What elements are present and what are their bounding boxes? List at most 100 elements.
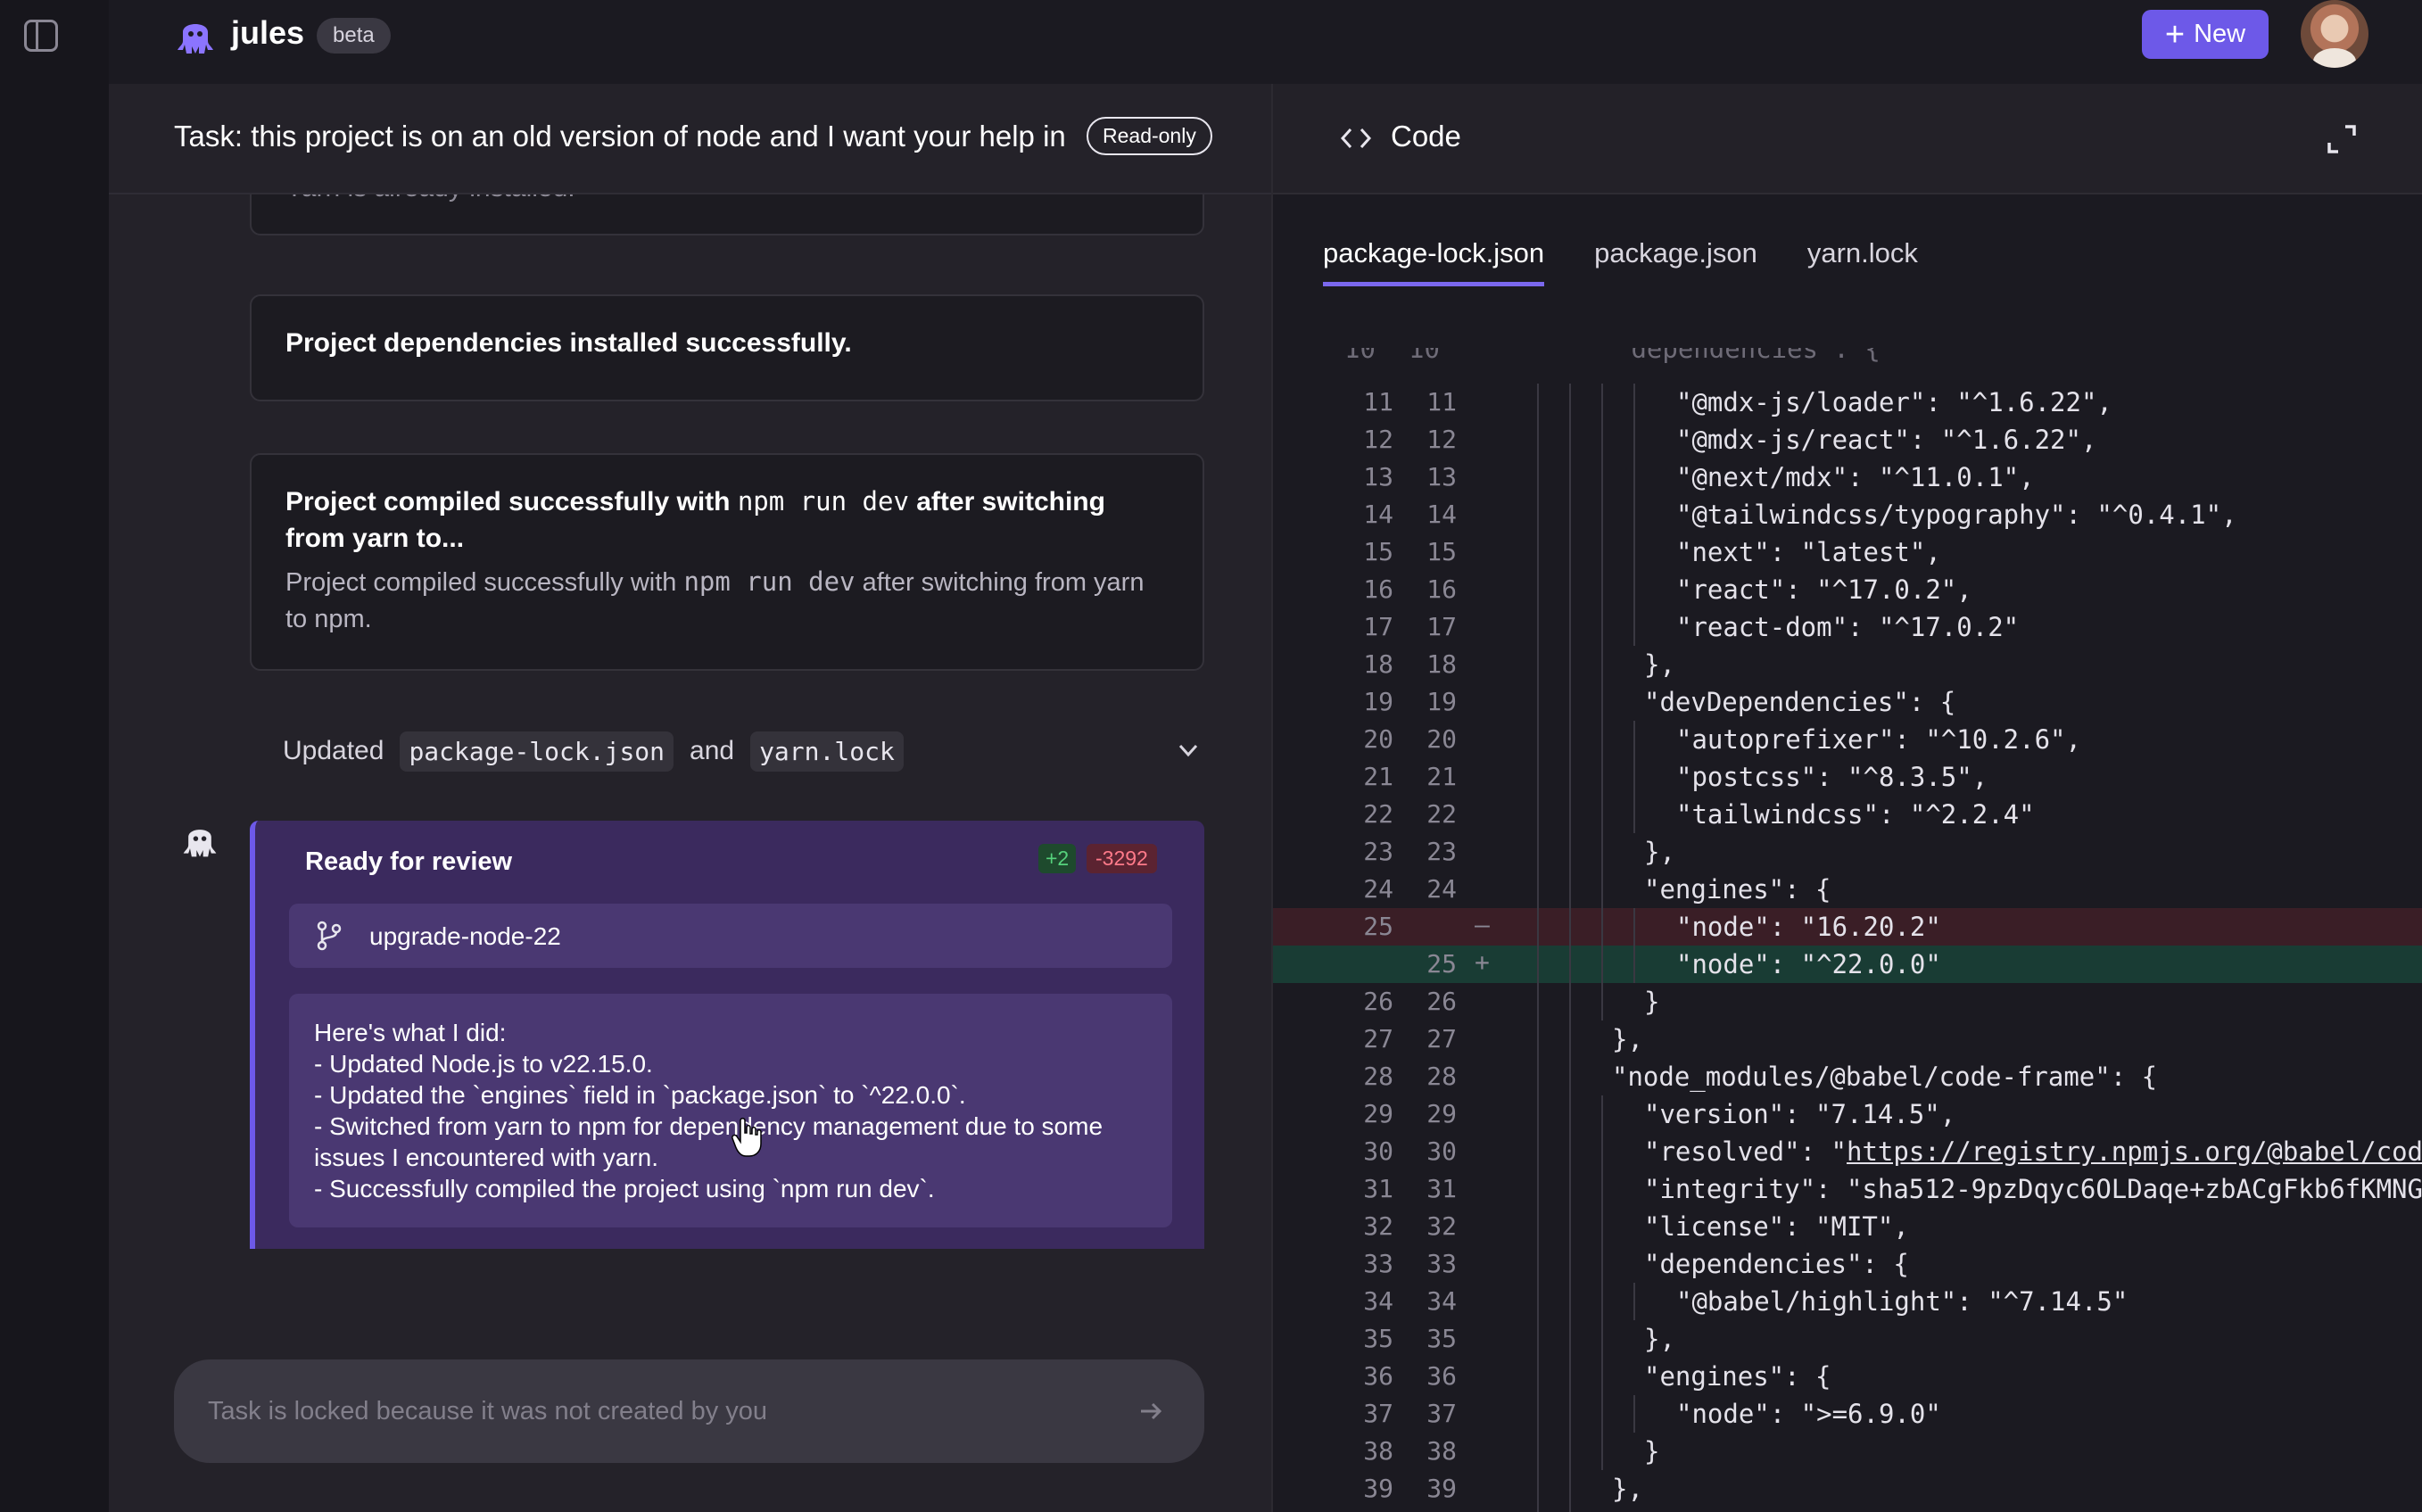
line-number-new: 26 xyxy=(1426,987,1457,1016)
mouse-cursor xyxy=(732,1118,762,1157)
indent-guide xyxy=(1633,946,1635,983)
code-text-part: "tailwindcss": "^2.2.4" xyxy=(1676,799,2035,830)
updated-files-row[interactable]: Updated package-lock.json and yarn.lock xyxy=(283,724,1202,778)
indent-guide xyxy=(1537,533,1539,571)
indent-guide xyxy=(1537,983,1539,1020)
line-number-old: 25 xyxy=(1363,912,1393,941)
line-number-old: 36 xyxy=(1363,1361,1393,1391)
indent-guide xyxy=(1569,1058,1571,1095)
code-text-part: "integrity": "sha512-9pzDqyc6OLDaqe+zbAC… xyxy=(1644,1174,2422,1204)
summary-line: Here's what I did: xyxy=(314,1019,507,1046)
indent-guide xyxy=(1633,908,1635,946)
line-number-new: 18 xyxy=(1426,649,1457,679)
line-number-old: 35 xyxy=(1363,1324,1393,1353)
chevron-down-icon[interactable] xyxy=(1175,737,1202,764)
indent-guide xyxy=(1633,721,1635,758)
indent-guide xyxy=(1601,1208,1603,1245)
indent-guide xyxy=(1633,384,1635,421)
new-task-button[interactable]: + New xyxy=(2142,10,2269,59)
sidebar-rail xyxy=(0,0,109,1512)
jules-octopus-icon[interactable] xyxy=(176,14,215,57)
code-text-part: "@next/mdx": "^11.0.1", xyxy=(1676,462,2035,492)
code-text: "@tailwindcss/typography": "^0.4.1", xyxy=(1676,500,2237,530)
indent-guide xyxy=(1537,871,1539,908)
user-avatar[interactable] xyxy=(2301,0,2368,68)
tab-yarn-lock[interactable]: yarn.lock xyxy=(1807,237,1918,286)
summary-line: - Updated the `engines` field in `packag… xyxy=(314,1081,966,1109)
branch-row[interactable]: upgrade-node-22 xyxy=(289,904,1172,968)
inline-code: npm run dev xyxy=(683,566,856,597)
indent-guide xyxy=(1569,908,1571,946)
code-line: 11 11 "@mdx-js/loader": "^1.6.22", xyxy=(1273,384,2422,421)
indent-guide xyxy=(1633,758,1635,796)
indent-guide xyxy=(1601,1320,1603,1358)
updated-label: Updated xyxy=(283,736,384,765)
line-number-old: 39 xyxy=(1363,1474,1393,1503)
summary-line: - Updated Node.js to v22.15.0. xyxy=(314,1050,653,1078)
code-text: "version": "7.14.5", xyxy=(1644,1099,1955,1129)
indent-guide xyxy=(1601,1170,1603,1208)
indent-guide xyxy=(1537,1020,1539,1058)
indent-guide xyxy=(1569,721,1571,758)
line-number-new: 20 xyxy=(1426,724,1457,754)
line-number-old: 23 xyxy=(1363,837,1393,866)
line-number-old: 10 xyxy=(1344,348,1376,364)
line-number-old: 24 xyxy=(1363,874,1393,904)
arrow-right-icon[interactable] xyxy=(1137,1397,1165,1425)
code-text: "postcss": "^8.3.5", xyxy=(1676,762,1988,792)
code-text-part: "next": "latest", xyxy=(1676,537,1941,567)
tab-package-lock-json[interactable]: package-lock.json xyxy=(1323,237,1545,286)
code-text: }, xyxy=(1612,1474,1643,1504)
indent-guide xyxy=(1537,833,1539,871)
line-number-new: 33 xyxy=(1426,1249,1457,1278)
code-text: "next": "latest", xyxy=(1676,537,1941,567)
line-number-new: 23 xyxy=(1426,837,1457,866)
line-number-old: 19 xyxy=(1363,687,1393,716)
review-summary: Here's what I did: - Updated Node.js to … xyxy=(289,994,1172,1227)
deletions-badge: -3292 xyxy=(1087,844,1157,873)
message-input[interactable]: Task is locked because it was not create… xyxy=(174,1359,1204,1463)
code-text: "engines": { xyxy=(1644,874,1831,905)
indent-guide xyxy=(1537,683,1539,721)
diff-plus-marker: + xyxy=(1475,947,1490,977)
app-name[interactable]: jules xyxy=(231,14,304,52)
code-text: }, xyxy=(1644,837,1675,867)
indent-guide xyxy=(1569,1320,1571,1358)
tab-package-json[interactable]: package.json xyxy=(1594,237,1757,286)
indent-guide xyxy=(1537,384,1539,421)
code-text: "node": "16.20.2" xyxy=(1676,912,1941,942)
code-diff-view[interactable]: 11 11 "@mdx-js/loader": "^1.6.22", 12 12 "@md… xyxy=(1273,384,2422,1512)
line-number-old: 22 xyxy=(1363,799,1393,829)
line-number-new: 28 xyxy=(1426,1062,1457,1091)
indent-guide xyxy=(1601,1283,1603,1320)
indent-guide xyxy=(1601,646,1603,683)
indent-guide xyxy=(1569,946,1571,983)
indent-guide xyxy=(1537,571,1539,608)
code-panel: Code package-lock.json package.json yarn… xyxy=(1271,84,2422,1512)
code-text-part: "engines": { xyxy=(1644,1361,1831,1392)
title-text: Project compiled successfully with xyxy=(285,487,731,516)
indent-guide xyxy=(1601,1433,1603,1470)
sidebar-toggle-icon[interactable] xyxy=(24,20,58,52)
indent-guide xyxy=(1601,758,1603,796)
indent-guide xyxy=(1601,1095,1603,1133)
line-number-new: 25 xyxy=(1426,949,1457,979)
task-title-bar: Task: this project is on an old version … xyxy=(109,84,1271,194)
indent-guide xyxy=(1569,608,1571,646)
code-text: "dependencies": { xyxy=(1644,1249,1909,1279)
indent-guide xyxy=(1601,1358,1603,1395)
expand-icon[interactable] xyxy=(2326,123,2358,155)
code-text: "tailwindcss": "^2.2.4" xyxy=(1676,799,2035,830)
line-number-new: 13 xyxy=(1426,462,1457,492)
indent-guide xyxy=(1569,384,1571,421)
indent-guide xyxy=(1569,1508,1571,1512)
code-text-part: } xyxy=(1644,987,1660,1017)
line-number-new: 39 xyxy=(1426,1474,1457,1503)
code-line: 22 22 "tailwindcss": "^2.2.4" xyxy=(1273,796,2422,833)
activity-card[interactable]: Project compiled successfully with npm r… xyxy=(250,453,1204,671)
line-number-new: 32 xyxy=(1426,1211,1457,1241)
registry-link[interactable]: https://registry.npmjs.org/@babel/code-f… xyxy=(1847,1136,2422,1167)
code-text: "resolved": "https://registry.npmjs.org/… xyxy=(1644,1136,2422,1167)
indent-guide xyxy=(1569,1283,1571,1320)
code-text-part: "license": "MIT", xyxy=(1644,1211,1909,1242)
